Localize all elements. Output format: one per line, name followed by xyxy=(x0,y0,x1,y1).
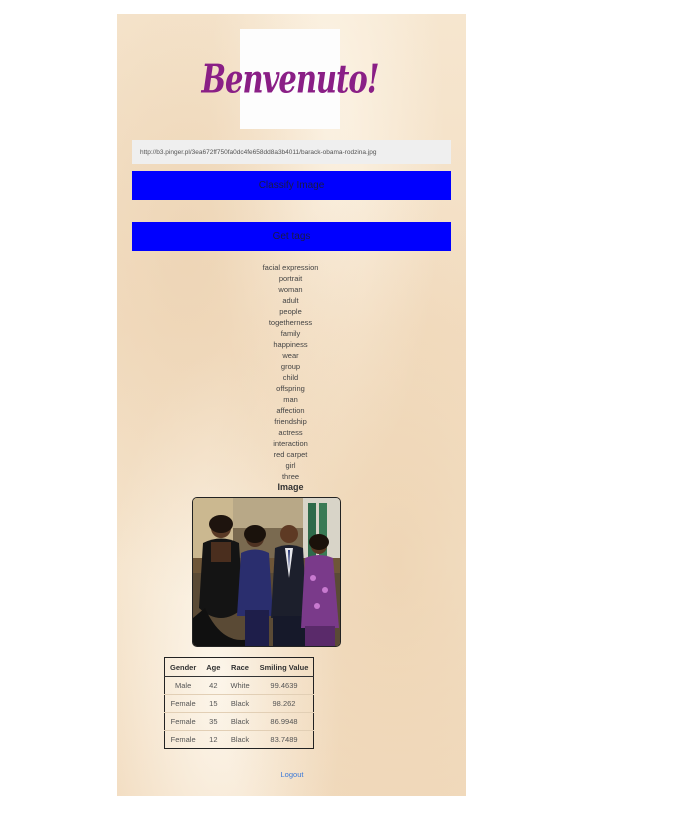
cell-race: Black xyxy=(225,730,255,749)
tag-item: facial expression xyxy=(262,263,319,272)
tag-item: actress xyxy=(278,428,303,437)
column-header-race: Race xyxy=(225,657,255,677)
cell-race: Black xyxy=(225,694,255,713)
classify-image-button[interactable]: Classify Image xyxy=(132,171,451,200)
tag-item: child xyxy=(282,373,299,382)
column-header-smiling-value: Smiling Value xyxy=(254,657,314,677)
cell-age: 12 xyxy=(201,730,226,749)
cell-smiling-value: 86.9948 xyxy=(254,712,314,731)
logo-text: Benvenuto! xyxy=(201,56,380,102)
tag-item: red carpet xyxy=(273,450,308,459)
tag-item: woman xyxy=(278,285,303,294)
tag-item: adult xyxy=(282,296,299,305)
tag-item: interaction xyxy=(273,439,308,448)
table-row: Male 42 White 99.4639 xyxy=(165,677,314,695)
table-row: Female 15 Black 98.262 xyxy=(164,694,314,713)
tag-item: affection xyxy=(276,406,305,415)
image-url-input[interactable] xyxy=(132,140,451,164)
image-heading: Image xyxy=(277,482,304,492)
column-header-gender: Gender xyxy=(164,657,202,677)
tag-item: offspring xyxy=(276,384,305,393)
cell-gender: Female xyxy=(164,712,202,731)
table-row: Female 35 Black 86.9948 xyxy=(164,712,314,731)
logout-link[interactable]: Logout xyxy=(270,770,314,779)
table-row: Female 12 Black 83.7489 xyxy=(164,730,314,749)
tag-item: family xyxy=(280,329,301,338)
table-header-row: Gender Age Race Smiling Value xyxy=(164,657,314,677)
get-tags-button[interactable]: Get tags xyxy=(132,222,451,251)
cell-race: White xyxy=(230,681,250,690)
tag-item: people xyxy=(279,307,302,316)
tag-item: friendship xyxy=(274,417,307,426)
tag-item: three xyxy=(281,472,300,481)
cell-gender: Female xyxy=(164,730,202,749)
tag-item: man xyxy=(283,395,298,404)
tag-item: wear xyxy=(282,351,299,360)
cell-smiling-value: 98.262 xyxy=(254,694,314,713)
cell-smiling-value: 99.4639 xyxy=(270,681,298,690)
cell-gender: Male xyxy=(175,681,192,690)
tag-item: togetherness xyxy=(268,318,313,327)
cell-gender: Female xyxy=(164,694,202,713)
tags-list: facial expression portrait woman adult p… xyxy=(200,262,381,482)
welcome-logo: Benvenuto! xyxy=(202,29,380,129)
family-photo xyxy=(192,497,341,647)
cell-age: 35 xyxy=(201,712,226,731)
cell-smiling-value: 83.7489 xyxy=(254,730,314,749)
cell-age: 15 xyxy=(201,694,226,713)
tag-item: happiness xyxy=(273,340,308,349)
face-analysis-table: Gender Age Race Smiling Value Male 42 Wh… xyxy=(164,657,315,749)
cell-age: 42 xyxy=(209,681,218,690)
tag-item: portrait xyxy=(278,274,303,283)
tag-item: girl xyxy=(285,461,296,470)
column-header-age: Age xyxy=(201,657,226,677)
cell-race: Black xyxy=(225,712,255,731)
tag-item: group xyxy=(280,362,301,371)
